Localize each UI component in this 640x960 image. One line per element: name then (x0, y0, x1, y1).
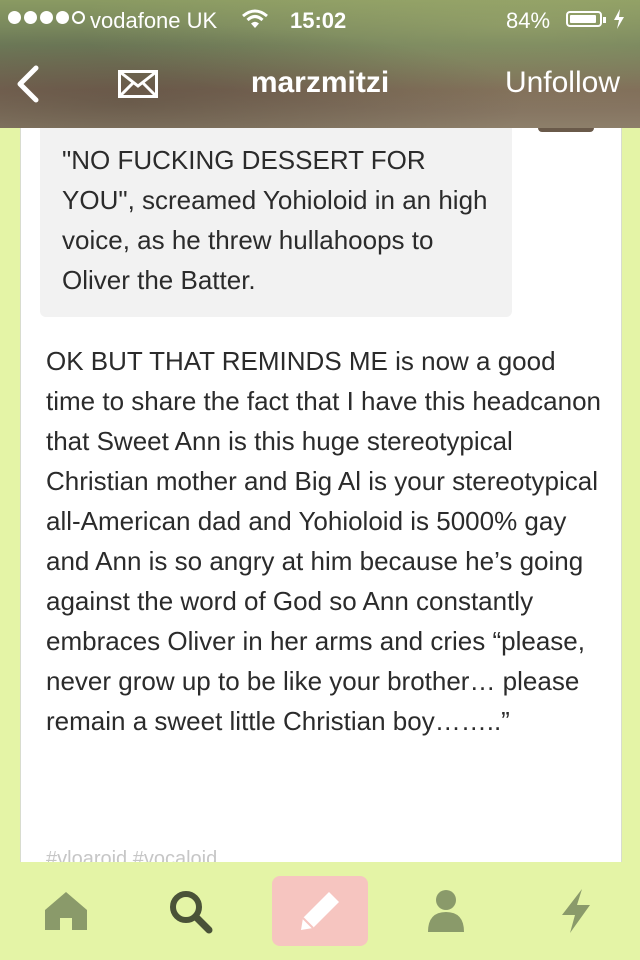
quote-text: "NO FUCKING DESSERT FOR YOU", screamed Y… (62, 145, 488, 295)
status-bar: vodafone UK 15:02 84% (0, 0, 640, 40)
unfollow-button[interactable]: Unfollow (505, 66, 620, 100)
search-icon (170, 891, 213, 934)
tab-home[interactable] (18, 876, 114, 946)
charging-icon (614, 9, 624, 29)
tab-bar (0, 862, 640, 960)
signal-strength-icon (8, 11, 85, 24)
battery-percentage: 84% (506, 8, 551, 33)
tab-account[interactable] (398, 876, 494, 946)
home-icon (45, 892, 87, 930)
person-icon (428, 890, 464, 932)
tab-activity[interactable] (528, 876, 624, 946)
carrier-name: vodafone UK (90, 8, 218, 33)
clock-time: 15:02 (290, 8, 347, 33)
tab-search[interactable] (142, 876, 238, 946)
navigation-bar: marzmitzi Unfollow (0, 40, 640, 128)
compose-button[interactable] (272, 876, 368, 946)
battery-icon (566, 11, 606, 27)
wifi-icon (242, 9, 268, 28)
post-body: OK BUT THAT REMINDS ME is now a good tim… (46, 346, 602, 736)
lightning-icon (562, 889, 590, 933)
avatar[interactable] (538, 128, 594, 132)
post-tags[interactable]: #vloaroid #vocaloid (46, 848, 446, 862)
pencil-icon (301, 892, 339, 930)
